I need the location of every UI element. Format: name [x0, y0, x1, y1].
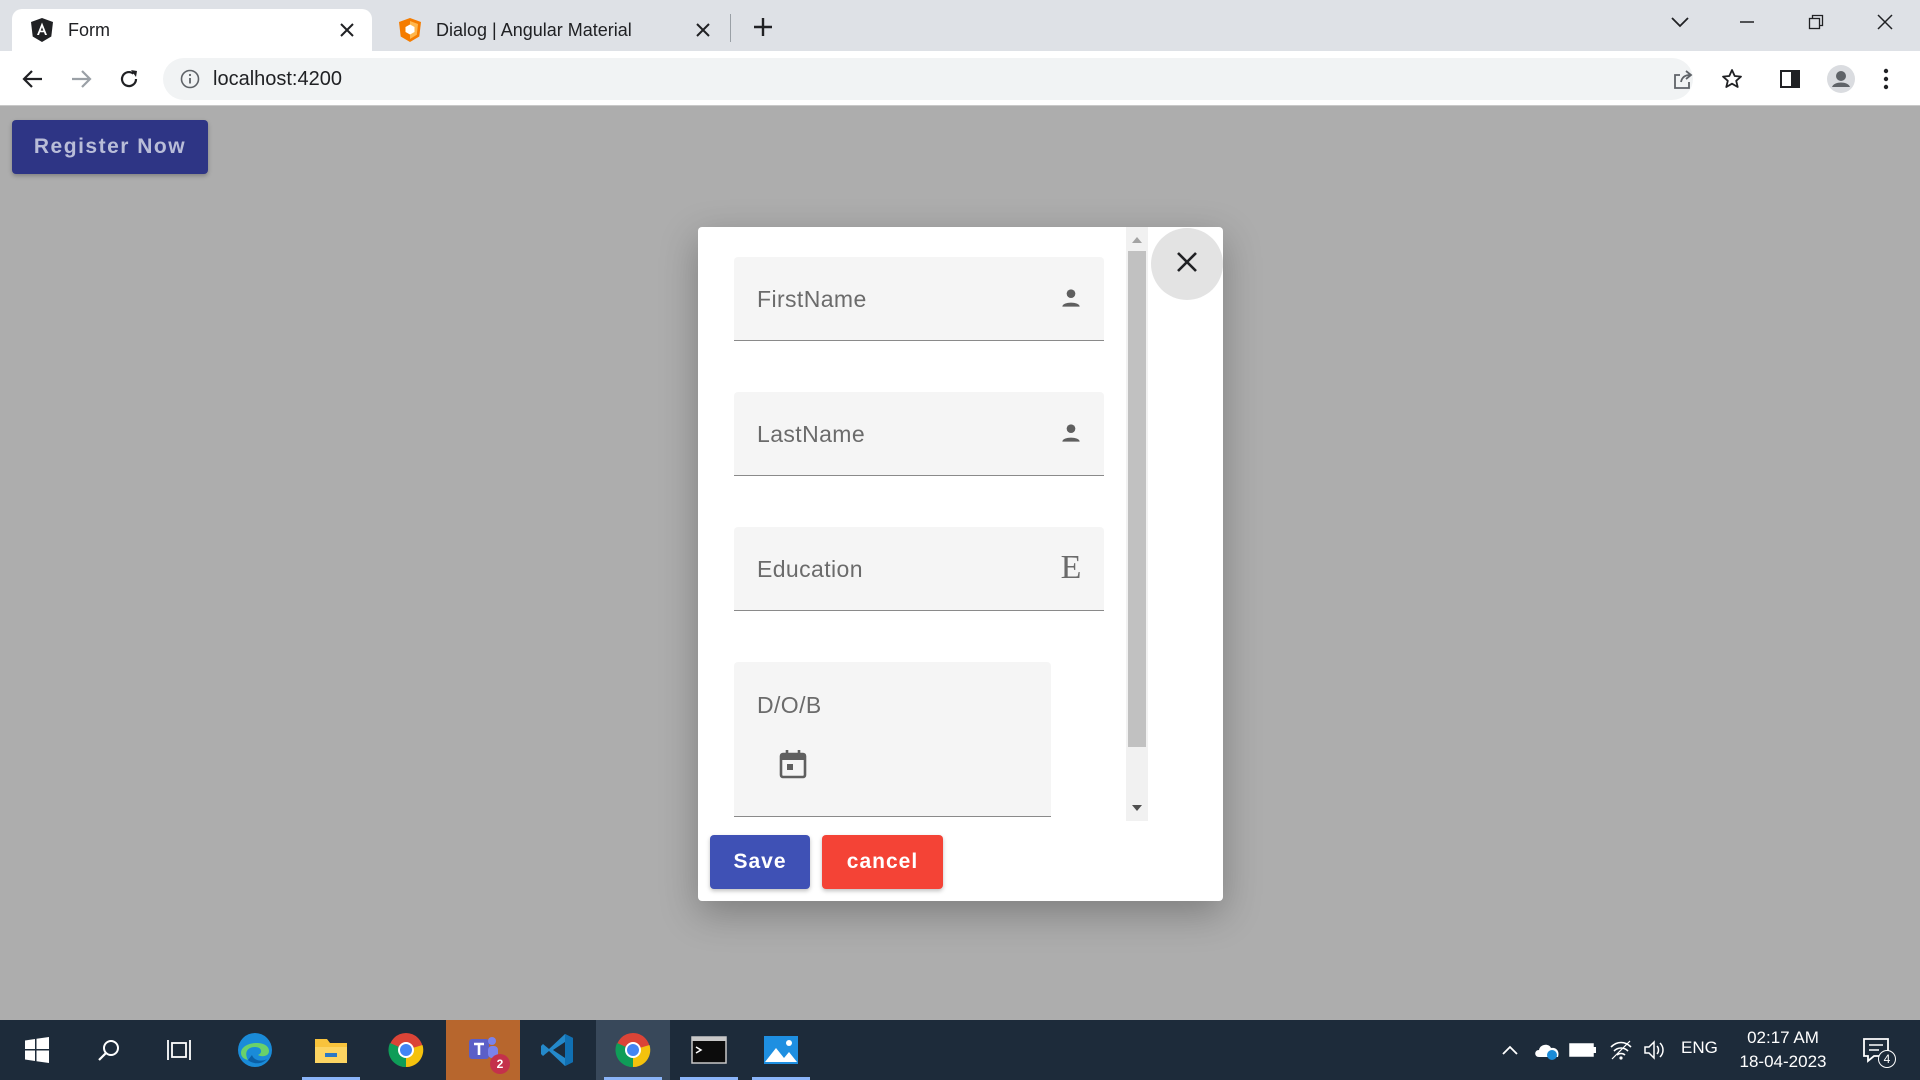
chrome-icon[interactable]	[369, 1020, 443, 1080]
lastname-field[interactable]: LastName	[734, 392, 1104, 476]
onedrive-icon[interactable]	[1532, 1038, 1562, 1062]
windows-start-icon[interactable]	[0, 1020, 74, 1080]
close-tab-icon[interactable]	[336, 19, 358, 41]
back-arrow-icon[interactable]	[16, 62, 50, 96]
person-icon	[1056, 283, 1086, 313]
teams-badge: 2	[490, 1054, 510, 1074]
save-button[interactable]: Save	[710, 835, 810, 889]
calendar-icon[interactable]	[777, 748, 809, 780]
chrome-active-icon[interactable]	[596, 1020, 670, 1080]
angular-icon	[30, 18, 54, 42]
more-menu-icon[interactable]	[1874, 67, 1898, 91]
notification-center-icon[interactable]: 4	[1858, 1034, 1896, 1068]
lastname-label: LastName	[757, 421, 866, 447]
show-hidden-icons-chevron-icon[interactable]	[1498, 1038, 1522, 1062]
windows-taskbar: 2 ENG 02:17 AM 18-04-2023 4	[0, 1020, 1920, 1080]
close-icon	[1175, 250, 1199, 279]
education-field[interactable]: Education E	[734, 527, 1104, 611]
side-panel-icon[interactable]	[1778, 67, 1802, 91]
tab-title: Dialog | Angular Material	[436, 19, 632, 40]
close-window-icon[interactable]	[1865, 6, 1905, 38]
dialog-close-button[interactable]	[1151, 228, 1223, 300]
dob-field[interactable]: D/O/B	[734, 662, 1051, 817]
close-tab-icon[interactable]	[692, 19, 714, 41]
dialog-scrollbar[interactable]	[1126, 227, 1148, 821]
edge-browser-icon[interactable]	[218, 1020, 292, 1080]
reload-icon[interactable]	[112, 62, 146, 96]
tab-separator	[730, 14, 731, 42]
task-view-icon[interactable]	[142, 1020, 216, 1080]
vscode-icon[interactable]	[520, 1020, 594, 1080]
input-language-indicator[interactable]: ENG	[1681, 1038, 1718, 1058]
browser-tab-strip: Form Dialog | Angular Material	[0, 0, 1920, 51]
dialog-content[interactable]: FirstName LastName Education E D/O/B	[698, 227, 1150, 821]
angular-material-icon	[398, 18, 422, 42]
search-icon[interactable]	[72, 1020, 146, 1080]
browser-toolbar: localhost:4200	[0, 51, 1920, 106]
profile-avatar-icon[interactable]	[1826, 64, 1856, 94]
tab-title: Form	[68, 19, 110, 40]
terminal-icon[interactable]	[672, 1020, 746, 1080]
minimize-icon[interactable]	[1727, 6, 1767, 38]
address-bar[interactable]: localhost:4200	[163, 58, 1693, 100]
registration-dialog: FirstName LastName Education E D/O/B Sav…	[698, 227, 1223, 901]
bookmark-star-icon[interactable]	[1720, 67, 1744, 91]
forward-arrow-icon[interactable]	[64, 62, 98, 96]
system-clock[interactable]: 02:17 AM 18-04-2023	[1728, 1026, 1838, 1074]
url-text[interactable]: localhost:4200	[213, 68, 342, 91]
notification-count-badge: 4	[1878, 1050, 1896, 1068]
restore-icon[interactable]	[1796, 6, 1836, 38]
volume-icon[interactable]	[1640, 1038, 1670, 1062]
tab-dialog-angular-material[interactable]: Dialog | Angular Material	[380, 9, 728, 51]
site-info-icon[interactable]	[179, 68, 201, 90]
firstname-label: FirstName	[757, 286, 867, 312]
clock-time: 02:17 AM	[1747, 1028, 1819, 1047]
scroll-up-arrow-icon[interactable]	[1132, 237, 1142, 243]
scroll-down-arrow-icon[interactable]	[1132, 805, 1142, 811]
tab-form[interactable]: Form	[12, 9, 372, 51]
new-tab-icon[interactable]	[748, 12, 778, 42]
person-icon	[1056, 418, 1086, 448]
photos-icon[interactable]	[744, 1020, 818, 1080]
clock-date: 18-04-2023	[1739, 1052, 1827, 1071]
teams-icon[interactable]: 2	[446, 1020, 520, 1080]
file-explorer-icon[interactable]	[294, 1020, 368, 1080]
firstname-field[interactable]: FirstName	[734, 257, 1104, 341]
education-label: Education	[757, 556, 863, 582]
scrollbar-thumb[interactable]	[1128, 251, 1146, 747]
wifi-icon[interactable]	[1606, 1038, 1636, 1062]
register-now-button[interactable]: Register Now	[12, 120, 208, 174]
battery-icon[interactable]	[1568, 1038, 1598, 1062]
dob-label: D/O/B	[757, 692, 822, 718]
share-icon[interactable]	[1671, 68, 1695, 92]
tab-search-icon[interactable]	[1660, 6, 1700, 38]
education-letter-icon: E	[1060, 549, 1082, 586]
cancel-button[interactable]: cancel	[822, 835, 943, 889]
